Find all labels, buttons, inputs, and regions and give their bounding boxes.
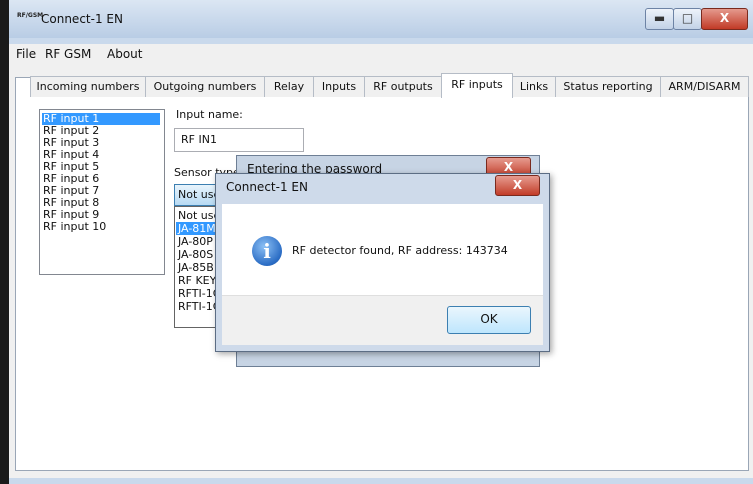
menu-about[interactable]: About — [107, 47, 142, 61]
sensor-option[interactable]: JA-80P — [178, 236, 213, 248]
sensor-option[interactable]: Not use — [178, 210, 220, 222]
menu-file[interactable]: File — [16, 47, 36, 61]
sensor-option[interactable]: JA-81M — [178, 223, 216, 235]
app-icon: RF/GSM — [17, 12, 44, 19]
message-dialog: Connect-1 EN X i RF detector found, RF a… — [215, 173, 550, 352]
ok-button[interactable]: OK — [447, 306, 531, 334]
rf-input-list[interactable]: RF input 1 RF input 2 RF input 3 RF inpu… — [39, 109, 165, 275]
message-dialog-close-button[interactable]: X — [495, 175, 540, 196]
info-icon: i — [252, 236, 282, 266]
tab-status-reporting[interactable]: Status reporting — [555, 76, 661, 97]
tab-incoming-numbers[interactable]: Incoming numbers — [30, 76, 146, 97]
tab-outgoing-numbers[interactable]: Outgoing numbers — [145, 76, 265, 97]
tab-rf-outputs[interactable]: RF outputs — [364, 76, 442, 97]
input-name-value: RF IN1 — [181, 133, 217, 146]
window-title: Connect-1 EN — [41, 12, 123, 26]
menu-rf-gsm[interactable]: RF GSM — [45, 47, 91, 61]
maximize-button[interactable]: □ — [673, 8, 702, 30]
close-button[interactable]: X — [701, 8, 748, 30]
message-text: RF detector found, RF address: 143734 — [292, 244, 508, 257]
message-dialog-title: Connect-1 EN — [226, 180, 308, 194]
tab-relay[interactable]: Relay — [264, 76, 314, 97]
minimize-button[interactable]: ▬ — [645, 8, 674, 30]
title-bar: RF/GSM Connect-1 EN ▬ □ X — [9, 0, 753, 38]
tab-inputs[interactable]: Inputs — [313, 76, 365, 97]
input-name-field[interactable]: RF IN1 — [174, 128, 304, 152]
menu-bar: File RF GSM About — [9, 44, 753, 64]
sensor-option[interactable]: JA-80S — [178, 249, 213, 261]
input-name-label: Input name: — [176, 108, 243, 121]
list-item[interactable]: RF input 10 — [43, 221, 106, 233]
sensor-type-value: Not use — [178, 188, 221, 201]
tab-links[interactable]: Links — [512, 76, 556, 97]
message-dialog-body: i RF detector found, RF address: 143734 … — [222, 204, 543, 345]
sensor-option[interactable]: RF KEY — [178, 275, 216, 287]
tab-arm-disarm[interactable]: ARM/DISARM — [660, 76, 749, 97]
tab-rf-inputs[interactable]: RF inputs — [441, 73, 513, 98]
sensor-option[interactable]: JA-85B — [178, 262, 214, 274]
